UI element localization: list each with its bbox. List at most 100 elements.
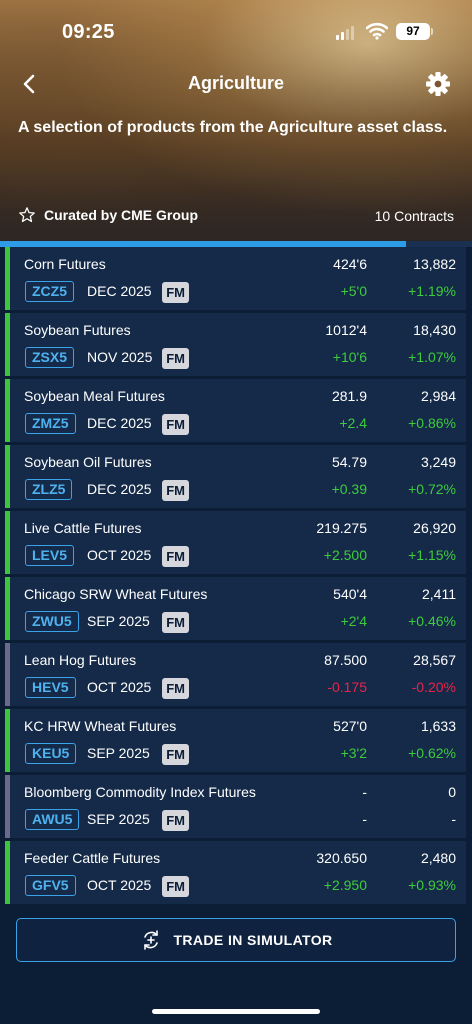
net-change: +3'2 (340, 745, 367, 761)
net-change: +10'6 (332, 349, 367, 365)
front-month-badge: FM (162, 348, 189, 369)
contract-list: Corn Futures ZCZ5 DEC 2025 FM 424'6 13,8… (0, 247, 472, 907)
wifi-icon (366, 22, 388, 40)
front-month-badge: FM (162, 612, 189, 633)
contract-month: SEP 2025 (87, 745, 150, 761)
last-price: 527'0 (333, 718, 367, 734)
cellular-signal-icon (336, 26, 354, 40)
percent-change: +1.19% (408, 283, 456, 299)
contract-row[interactable]: KC HRW Wheat Futures KEU5 SEP 2025 FM 52… (5, 709, 466, 772)
contract-month: OCT 2025 (87, 877, 152, 893)
contract-month: DEC 2025 (87, 481, 152, 497)
contract-name: Soybean Futures (24, 322, 131, 338)
last-price: 281.9 (331, 388, 367, 404)
row-accent-bar (5, 313, 10, 376)
contract-row[interactable]: Chicago SRW Wheat Futures ZWU5 SEP 2025 … (5, 577, 466, 640)
last-price: 424'6 (333, 256, 367, 272)
curated-by: Curated by CME Group (18, 206, 198, 224)
exchange-arrows-icon (144, 930, 159, 950)
row-accent-bar (5, 511, 10, 574)
last-price: 1012'4 (325, 322, 367, 338)
percent-change: - (451, 811, 456, 827)
curated-by-label: Curated by CME Group (44, 207, 199, 223)
row-accent-bar (5, 775, 10, 838)
contract-month: OCT 2025 (87, 547, 152, 563)
last-price: 54.79 (331, 454, 367, 470)
contract-row[interactable]: Soybean Oil Futures ZLZ5 DEC 2025 FM 54.… (5, 445, 466, 508)
percent-change: +0.62% (408, 745, 456, 761)
front-month-badge: FM (162, 282, 189, 303)
row-accent-bar (5, 379, 10, 442)
contract-row[interactable]: Live Cattle Futures LEV5 OCT 2025 FM 219… (5, 511, 466, 574)
battery-indicator: 97 (396, 23, 430, 40)
page-subtitle: A selection of products from the Agricul… (18, 119, 448, 136)
contract-code-badge: ZSX5 (25, 347, 75, 368)
net-change: - (362, 811, 367, 827)
row-accent-bar (5, 577, 10, 640)
contract-code-badge: ZWU5 (25, 611, 79, 632)
home-indicator[interactable] (152, 1009, 320, 1014)
contract-row[interactable]: Lean Hog Futures HEV5 OCT 2025 FM 87.500… (5, 643, 466, 706)
net-change: +2.500 (323, 547, 367, 563)
percent-change: +0.86% (408, 415, 456, 431)
contract-name: Soybean Oil Futures (24, 454, 152, 470)
status-bar: 09:25 97 (0, 18, 472, 48)
contract-code-badge: HEV5 (25, 677, 76, 698)
last-price: 540'4 (333, 586, 367, 602)
contract-code-badge: AWU5 (25, 809, 80, 830)
last-price: - (362, 784, 367, 800)
volume: 26,920 (413, 520, 456, 536)
contract-name: Soybean Meal Futures (24, 388, 165, 404)
percent-change: -0.20% (411, 679, 456, 695)
percent-change: +1.07% (408, 349, 456, 365)
percent-change: +0.72% (408, 481, 456, 497)
contract-month: NOV 2025 (87, 349, 153, 365)
status-time: 09:25 (62, 21, 115, 43)
row-accent-bar (5, 445, 10, 508)
percent-change: +0.93% (408, 877, 456, 893)
volume: 18,430 (413, 322, 456, 338)
contract-name: KC HRW Wheat Futures (24, 718, 177, 734)
trade-in-simulator-button[interactable]: TRADE IN SIMULATOR (16, 918, 456, 962)
contract-row[interactable]: Bloomberg Commodity Index Futures AWU5 S… (5, 775, 466, 838)
percent-change: +0.46% (408, 613, 456, 629)
contract-row[interactable]: Soybean Meal Futures ZMZ5 DEC 2025 FM 28… (5, 379, 466, 442)
contract-code-badge: LEV5 (25, 545, 75, 566)
gear-icon[interactable] (424, 70, 452, 98)
battery-nub (431, 28, 433, 35)
contract-month: SEP 2025 (87, 613, 150, 629)
volume: 28,567 (413, 652, 456, 668)
contract-month: DEC 2025 (87, 415, 152, 431)
volume: 3,249 (420, 454, 456, 470)
contract-month: SEP 2025 (87, 811, 150, 827)
contract-code-badge: GFV5 (25, 875, 76, 896)
contract-row[interactable]: Corn Futures ZCZ5 DEC 2025 FM 424'6 13,8… (5, 247, 466, 310)
contract-name: Bloomberg Commodity Index Futures (24, 784, 256, 800)
front-month-badge: FM (162, 876, 189, 897)
contract-name: Lean Hog Futures (24, 652, 137, 668)
contract-name: Feeder Cattle Futures (24, 850, 161, 866)
front-month-badge: FM (162, 810, 189, 831)
contract-month: OCT 2025 (87, 679, 152, 695)
contract-name: Corn Futures (24, 256, 106, 272)
scroll-progress-bar (0, 241, 472, 247)
row-accent-bar (5, 247, 10, 310)
star-outline-icon[interactable] (18, 206, 36, 224)
contract-row[interactable]: Soybean Futures ZSX5 NOV 2025 FM 1012'4 … (5, 313, 466, 376)
net-change: +2.950 (323, 877, 367, 893)
last-price: 320.650 (316, 850, 367, 866)
last-price: 219.275 (316, 520, 367, 536)
front-month-badge: FM (162, 414, 189, 435)
contract-name: Live Cattle Futures (24, 520, 142, 536)
contracts-count: 10 Contracts (374, 208, 454, 224)
row-accent-bar (5, 643, 10, 706)
volume: 2,480 (420, 850, 456, 866)
page-title: Agriculture (187, 73, 284, 93)
contract-name: Chicago SRW Wheat Futures (24, 586, 208, 602)
net-change: +2.4 (339, 415, 367, 431)
front-month-badge: FM (162, 744, 189, 765)
contract-row[interactable]: Feeder Cattle Futures GFV5 OCT 2025 FM 3… (5, 841, 466, 904)
net-change: +2'4 (340, 613, 367, 629)
volume: 2,411 (422, 586, 456, 602)
scroll-progress-fill (0, 241, 406, 247)
